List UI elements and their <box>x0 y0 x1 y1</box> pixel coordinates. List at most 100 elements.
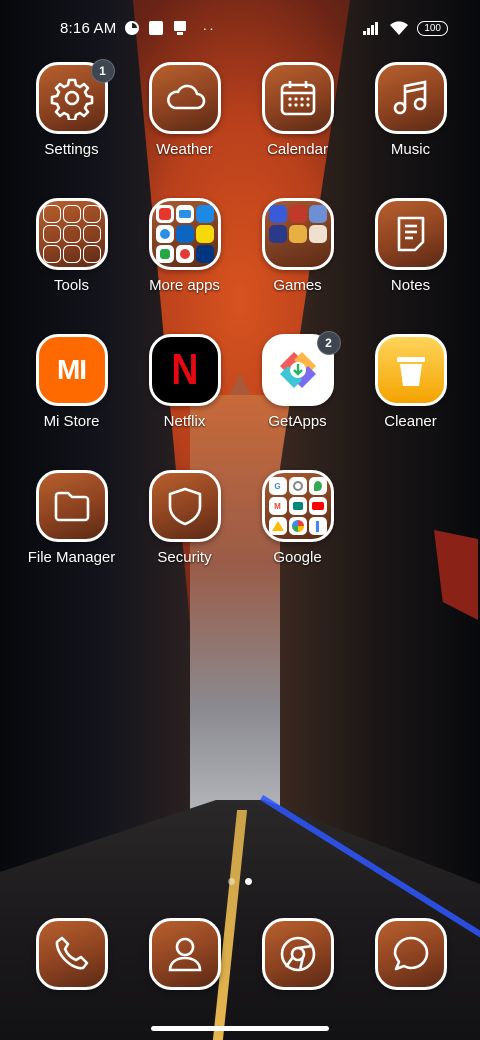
app-more-apps[interactable]: More apps <box>128 198 241 334</box>
app-tile <box>374 918 447 990</box>
notification-square-icon <box>149 21 164 35</box>
app-label: Security <box>157 549 212 566</box>
music-note-icon <box>393 80 426 115</box>
app-settings[interactable]: 1 Settings <box>15 59 128 198</box>
tool-mini-icon <box>42 205 61 223</box>
chat-bubble-icon <box>393 936 428 971</box>
phone-icon <box>55 936 88 970</box>
notification-badge: 1 <box>90 59 115 83</box>
tool-mini-icon <box>82 225 101 243</box>
page-dot[interactable] <box>228 878 235 885</box>
app-label: GetApps <box>268 413 327 430</box>
booking-mini-icon <box>195 245 214 263</box>
app-cleaner[interactable]: Cleaner <box>354 334 467 470</box>
app-tile <box>148 918 221 990</box>
game-mini-icon <box>268 225 287 243</box>
app-mini-icon <box>195 225 214 243</box>
app-label: Tools <box>53 277 90 294</box>
linkedin-mini-icon <box>175 225 194 243</box>
wps-mini-icon <box>155 205 174 223</box>
mi-logo-icon: MI <box>56 354 87 385</box>
google-mini-icon: G <box>268 477 287 495</box>
tools-folder-icon <box>42 205 101 263</box>
app-tile <box>374 198 447 270</box>
folder-icon: G M <box>268 477 327 535</box>
app-mini-icon <box>308 517 327 535</box>
game-mini-icon <box>308 205 327 223</box>
wifi-icon <box>390 21 409 35</box>
dock-browser[interactable] <box>241 918 354 998</box>
game-mini-icon <box>289 245 307 263</box>
photos-mini-icon <box>288 517 307 535</box>
drive-mini-icon <box>268 517 287 535</box>
app-games[interactable]: Games <box>241 198 354 334</box>
tool-mini-icon <box>42 225 61 243</box>
app-security[interactable]: Security <box>128 470 241 606</box>
notification-badge: 2 <box>316 331 341 355</box>
app-tools[interactable]: Tools <box>15 198 128 334</box>
app-getapps[interactable]: 2 GetApps <box>241 331 354 470</box>
person-icon <box>168 937 201 972</box>
maps-mini-icon <box>308 477 327 495</box>
note-icon <box>397 216 424 252</box>
tool-mini-icon <box>62 205 81 223</box>
app-label: Music <box>390 141 431 158</box>
app-tile: 2 <box>261 331 341 406</box>
app-label: Settings <box>44 141 99 158</box>
app-label: File Manager <box>27 549 116 566</box>
app-label: Weather <box>156 141 213 158</box>
dock-contacts[interactable] <box>128 918 241 998</box>
app-grid: 1 Settings Weather Calendar Music Tools … <box>0 59 480 606</box>
gear-icon <box>50 78 93 120</box>
cloud-icon <box>166 84 205 110</box>
app-label: Notes <box>390 277 431 294</box>
app-mini-icon <box>288 477 307 495</box>
app-music[interactable]: Music <box>354 62 467 198</box>
app-mini-icon <box>175 205 194 223</box>
app-netflix[interactable]: N Netflix <box>128 334 241 470</box>
status-left: 8:16 AM ·· <box>60 20 216 37</box>
app-file-manager[interactable]: File Manager <box>15 470 128 606</box>
app-tile <box>261 918 334 990</box>
battery-indicator: 100 <box>417 20 448 36</box>
app-tile <box>35 198 108 270</box>
trash-can-icon <box>396 357 425 386</box>
app-tile <box>374 62 447 134</box>
app-tile: G M <box>261 470 334 542</box>
tool-mini-icon <box>42 245 61 263</box>
app-label: Cleaner <box>384 413 437 430</box>
more-notifications-icon: ·· <box>202 20 216 36</box>
gmail-mini-icon: M <box>268 497 287 515</box>
app-tile <box>148 470 221 542</box>
app-calendar[interactable]: Calendar <box>241 62 354 198</box>
app-mini-icon <box>195 205 214 223</box>
youtube-mini-icon <box>308 497 327 515</box>
home-indicator[interactable] <box>151 1026 329 1031</box>
page-dot-active[interactable] <box>245 878 252 885</box>
app-label: Games <box>273 277 322 294</box>
folder-icon <box>155 205 214 263</box>
app-tile <box>374 334 447 406</box>
dock-messages[interactable] <box>354 918 467 998</box>
game-mini-icon <box>269 245 287 263</box>
app-tile <box>148 198 221 270</box>
app-weather[interactable]: Weather <box>128 62 241 198</box>
app-notes[interactable]: Notes <box>354 198 467 334</box>
app-label: Calendar <box>267 141 328 158</box>
status-time: 8:16 AM <box>60 19 117 37</box>
app-label: Google <box>273 549 322 566</box>
status-right: 100 <box>361 20 448 36</box>
meet-mini-icon <box>288 497 307 515</box>
data-saver-icon <box>125 21 140 35</box>
mi-mini-icon <box>155 225 174 243</box>
dock-phone[interactable] <box>15 918 128 998</box>
app-label: More apps <box>149 277 220 294</box>
calendar-icon <box>280 81 315 116</box>
tool-mini-icon <box>82 245 101 263</box>
app-mi-store[interactable]: MI Mi Store <box>15 334 128 470</box>
app-google[interactable]: G M Google <box>241 470 354 606</box>
app-mini-icon <box>175 245 194 263</box>
signal-icon <box>363 22 379 35</box>
game-mini-icon <box>288 225 307 243</box>
dock <box>15 918 480 998</box>
